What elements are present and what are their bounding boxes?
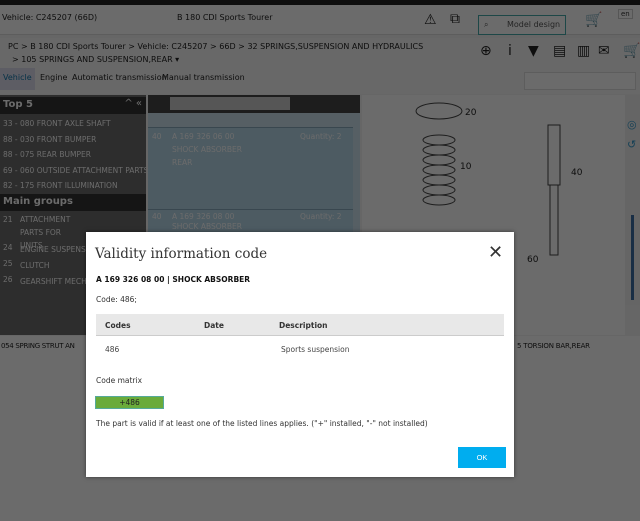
top5-item[interactable]: 88 - 075 REAR BUMPER <box>3 150 146 159</box>
parts-filter-input[interactable] <box>170 97 290 110</box>
language-select[interactable]: en <box>618 9 633 19</box>
code-matrix-cell: +486 <box>95 396 164 409</box>
validity-dialog: Validity information code ✕ A 169 326 08… <box>86 232 514 477</box>
collapse-icon[interactable]: ^ « <box>124 98 142 109</box>
subgroup-tile-label[interactable]: 054 SPRING STRUT AN <box>1 342 75 350</box>
part-row[interactable]: 40 A 169 326 06 00 SHOCK ABSORBER REAR Qua… <box>148 127 353 213</box>
top5-header: Top 5 ^ « <box>0 97 146 114</box>
search-placeholder: Model design <box>507 20 561 29</box>
breadcrumb-item[interactable]: 32 SPRINGS,SUSPENSION AND HYDRAULICS <box>247 42 423 51</box>
table-header: Codes Date Description <box>96 314 504 336</box>
header: Vehicle: C245207 (66D) B 180 CDI Sports … <box>0 5 640 35</box>
filter-icon[interactable]: ▼ <box>528 44 539 58</box>
callout-label: 60 <box>527 255 539 265</box>
cart-icon[interactable]: 🛒 <box>585 13 602 27</box>
breadcrumb-item[interactable]: 105 SPRINGS AND SUSPENSION,REAR <box>21 55 172 64</box>
codes-table: Codes Date Description 486 Sports suspen… <box>96 314 504 364</box>
search-icon: ⌕ <box>484 20 489 29</box>
info-icon[interactable]: i <box>508 44 512 58</box>
top5-item[interactable]: 69 - 060 OUTSIDE ATTACHMENT PARTS <box>3 166 146 175</box>
code-matrix-label: Code matrix <box>96 376 143 385</box>
validity-note: The part is valid if at least one of the… <box>96 419 428 428</box>
tab-engine[interactable]: Engine <box>40 73 67 82</box>
callout-label: 20 <box>465 108 477 118</box>
callout-label: 40 <box>571 168 583 178</box>
tab-manual-transmission[interactable]: Manual transmission <box>162 73 245 82</box>
zoom-slider[interactable] <box>631 215 634 300</box>
model-label: B 180 CDI Sports Tourer <box>177 13 273 22</box>
vehicle-label: Vehicle: C245207 (66D) <box>2 13 98 22</box>
breadcrumb-item[interactable]: 66D <box>219 42 235 51</box>
copy-icon[interactable]: ⧉ <box>450 12 460 26</box>
cart-icon[interactable]: 🛒 <box>623 44 640 58</box>
top5-item[interactable]: 88 - 030 FRONT BUMPER <box>3 135 146 144</box>
breadcrumb-item[interactable]: PC <box>8 42 18 51</box>
tab-bar: Vehicle Engine Automatic transmission Ma… <box>0 68 640 94</box>
model-search-input[interactable]: ⌕ Model design <box>478 15 566 35</box>
code-text: Code: 486; <box>96 295 137 304</box>
breadcrumb: PC > B 180 CDI Sports Tourer > Vehicle: … <box>0 38 640 68</box>
top5-item[interactable]: 82 - 175 FRONT ILLUMINATION <box>3 181 146 190</box>
history-icon[interactable]: ↺ <box>627 139 636 150</box>
drawing-toolbar: ◎ ↺ <box>625 95 640 305</box>
drawing-search-input[interactable] <box>524 72 636 90</box>
subgroup-tile-label[interactable]: 5 TORSION BAR,REAR <box>517 342 590 350</box>
main-groups-header: Main groups <box>0 194 146 211</box>
tab-vehicle[interactable]: Vehicle <box>0 68 35 90</box>
dialog-title: Validity information code <box>95 246 268 262</box>
close-icon[interactable]: ✕ <box>488 244 503 262</box>
wis-icon[interactable]: ▥ <box>577 44 590 58</box>
top5-item[interactable]: 33 - 080 FRONT AXLE SHAFT <box>3 119 146 128</box>
breadcrumb-item[interactable]: B 180 CDI Sports Tourer <box>30 42 126 51</box>
part-subtitle: A 169 326 08 00 | SHOCK ABSORBER <box>96 275 251 284</box>
ok-button[interactable]: OK <box>458 447 506 468</box>
breadcrumb-item[interactable]: Vehicle: C245207 <box>138 42 208 51</box>
zoom-icon[interactable]: ⊕ <box>480 44 492 58</box>
warning-icon[interactable]: ⚠ <box>424 13 437 27</box>
callout-label: 10 <box>460 162 472 172</box>
parts-toolbar <box>148 95 360 113</box>
document-icon[interactable]: ▤ <box>553 44 566 58</box>
target-icon[interactable]: ◎ <box>627 119 637 130</box>
tab-automatic-transmission[interactable]: Automatic transmission <box>72 73 167 82</box>
table-row: 486 Sports suspension <box>105 345 350 354</box>
mail-icon[interactable]: ✉ <box>598 44 610 58</box>
